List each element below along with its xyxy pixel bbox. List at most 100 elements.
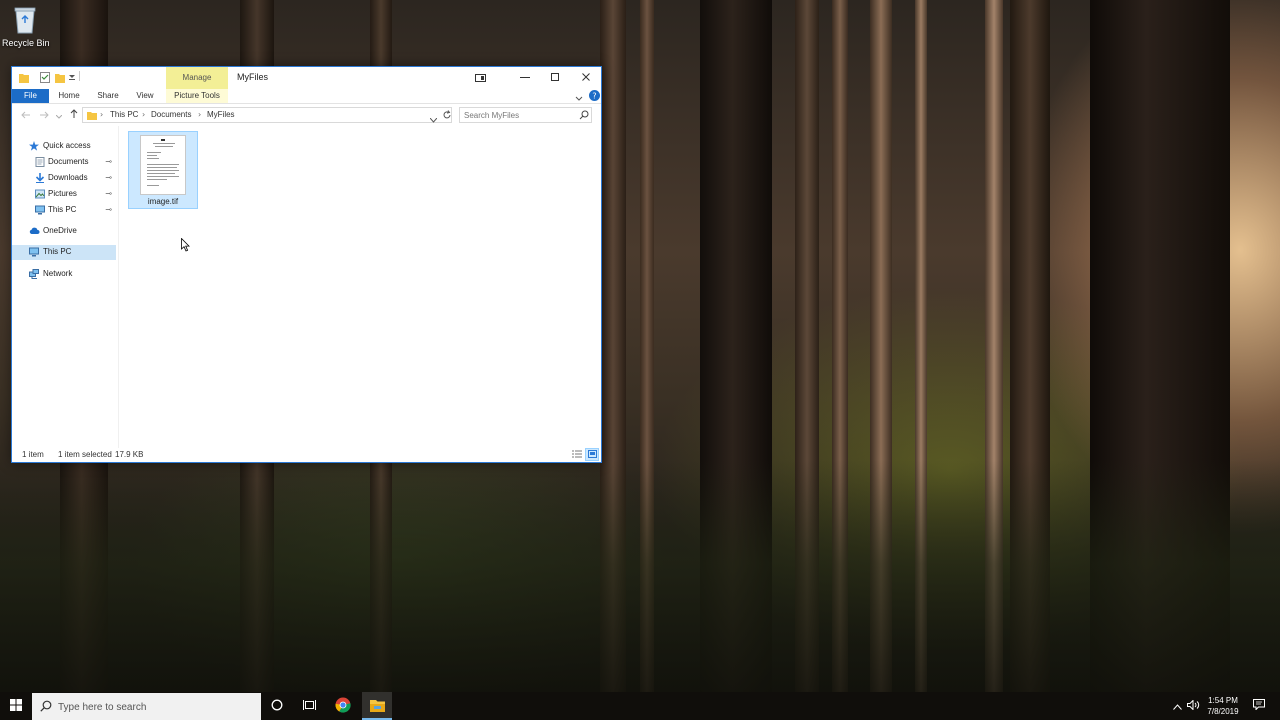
task-view-button[interactable] (295, 692, 323, 720)
speaker-icon (1187, 698, 1200, 713)
recycle-bin-label: Recycle Bin (2, 38, 50, 48)
refresh-icon[interactable] (442, 110, 452, 123)
system-clock[interactable]: 1:54 PM 7/8/2019 (1200, 695, 1246, 717)
address-bar[interactable]: › This PC › Documents › MyFiles (82, 107, 452, 123)
sidebar-item-this-pc-quick[interactable]: This PC ⊸ (12, 203, 116, 218)
customize-qat-icon[interactable] (69, 71, 75, 83)
file-name: image.tif (147, 197, 179, 206)
back-button[interactable] (19, 108, 33, 122)
details-view-icon (572, 448, 582, 461)
sidebar-item-label: Documents (48, 157, 89, 166)
breadcrumb-chevron-icon[interactable]: › (198, 110, 201, 119)
network-icon (29, 269, 39, 279)
recent-locations-button[interactable] (52, 108, 66, 122)
sidebar-item-pictures[interactable]: Pictures ⊸ (12, 187, 116, 202)
search-icon[interactable] (579, 110, 589, 123)
details-view-button[interactable] (570, 448, 584, 461)
breadcrumb-documents[interactable]: Documents (151, 110, 191, 119)
tab-view[interactable]: View (131, 89, 159, 103)
chevron-up-icon (1172, 700, 1182, 713)
cortana-button[interactable] (263, 692, 291, 720)
close-button[interactable] (571, 67, 601, 89)
tab-file[interactable]: File (12, 89, 49, 103)
file-explorer-window: Manage MyFiles File Home Share View Pict… (11, 66, 602, 463)
forward-arrow-icon (39, 109, 49, 122)
tablet-mode-button[interactable] (465, 67, 495, 89)
taskbar: 1:54 PM 7/8/2019 (0, 692, 1280, 720)
tab-picture-tools-label: Picture Tools (174, 91, 220, 100)
minimize-button[interactable] (510, 67, 540, 89)
taskbar-search-box (32, 693, 261, 720)
taskbar-search-input[interactable] (58, 700, 253, 714)
window-title: MyFiles (237, 72, 268, 82)
up-button[interactable] (67, 108, 81, 122)
close-icon (581, 72, 591, 85)
title-bar[interactable]: Manage MyFiles (12, 67, 601, 89)
sidebar-item-label: This PC (48, 205, 77, 214)
file-explorer-taskbar-button[interactable] (362, 692, 392, 720)
recycle-bin-shortcut[interactable]: Recycle Bin (2, 4, 50, 54)
sidebar-item-label: This PC (43, 247, 72, 256)
maximize-icon (550, 72, 560, 85)
pin-icon[interactable]: ⊸ (105, 205, 112, 214)
pin-icon[interactable]: ⊸ (105, 189, 112, 198)
chrome-taskbar-button[interactable] (329, 692, 357, 720)
breadcrumb-chevron-icon[interactable]: › (100, 110, 103, 119)
properties-icon[interactable] (40, 72, 50, 84)
computer-icon (35, 205, 45, 215)
notification-icon (1253, 699, 1265, 713)
start-button[interactable] (0, 692, 31, 720)
status-bar: 1 item 1 item selected 17.9 KB (12, 448, 601, 462)
tablet-mode-icon (474, 72, 486, 85)
sidebar-item-onedrive[interactable]: OneDrive (12, 224, 116, 239)
large-icons-view-button[interactable] (585, 448, 599, 461)
pin-icon[interactable]: ⊸ (105, 173, 112, 182)
file-list[interactable]: image.tif (119, 126, 601, 448)
tab-share[interactable]: Share (93, 89, 123, 103)
new-folder-icon[interactable] (55, 72, 65, 84)
file-explorer-icon (370, 699, 385, 715)
up-arrow-icon (70, 108, 78, 122)
pin-icon[interactable]: ⊸ (105, 157, 112, 166)
task-view-icon (302, 699, 316, 714)
sidebar-item-this-pc[interactable]: This PC (12, 245, 116, 260)
ribbon-tab-bar: File Home Share View Picture Tools ? (12, 89, 601, 103)
sidebar-item-downloads[interactable]: Downloads ⊸ (12, 171, 116, 186)
recycle-bin-icon (12, 4, 38, 34)
search-input[interactable] (464, 109, 574, 121)
maximize-button[interactable] (540, 67, 570, 89)
help-icon[interactable]: ? (589, 90, 600, 104)
svg-text:?: ? (592, 92, 596, 101)
search-icon (40, 700, 52, 712)
document-thumbnail (140, 135, 186, 195)
star-icon (29, 141, 39, 151)
clock-time: 1:54 PM (1208, 696, 1238, 705)
tab-manage-label: Manage (182, 73, 212, 82)
item-count: 1 item (22, 450, 44, 459)
sidebar-item-network[interactable]: Network (12, 267, 116, 282)
file-item[interactable]: image.tif (128, 131, 198, 209)
sidebar-item-label: Pictures (48, 189, 77, 198)
sidebar-item-documents[interactable]: Documents ⊸ (12, 155, 116, 170)
show-hidden-icons-button[interactable] (1170, 692, 1184, 720)
tab-home[interactable]: Home (54, 89, 84, 103)
breadcrumb-myfiles[interactable]: MyFiles (207, 110, 235, 119)
navigation-bar: › This PC › Documents › MyFiles (12, 104, 601, 126)
clock-date: 7/8/2019 (1207, 707, 1239, 716)
breadcrumb-this-pc[interactable]: This PC (110, 110, 138, 119)
forward-button[interactable] (37, 108, 51, 122)
address-dropdown-icon[interactable] (429, 113, 438, 126)
sidebar-item-label: Quick access (43, 141, 91, 150)
computer-icon (29, 247, 39, 257)
sidebar-item-quick-access[interactable]: Quick access (12, 139, 116, 154)
back-arrow-icon (21, 109, 31, 122)
qat-divider (79, 71, 80, 81)
tab-manage[interactable]: Manage (166, 67, 228, 89)
tab-picture-tools[interactable]: Picture Tools (166, 89, 228, 103)
large-icons-view-icon (587, 448, 597, 461)
chrome-icon (335, 697, 351, 716)
breadcrumb-chevron-icon[interactable]: › (142, 110, 145, 119)
action-center-button[interactable] (1248, 692, 1270, 720)
windows-logo-icon (9, 698, 22, 714)
selection-count: 1 item selected (58, 450, 112, 459)
